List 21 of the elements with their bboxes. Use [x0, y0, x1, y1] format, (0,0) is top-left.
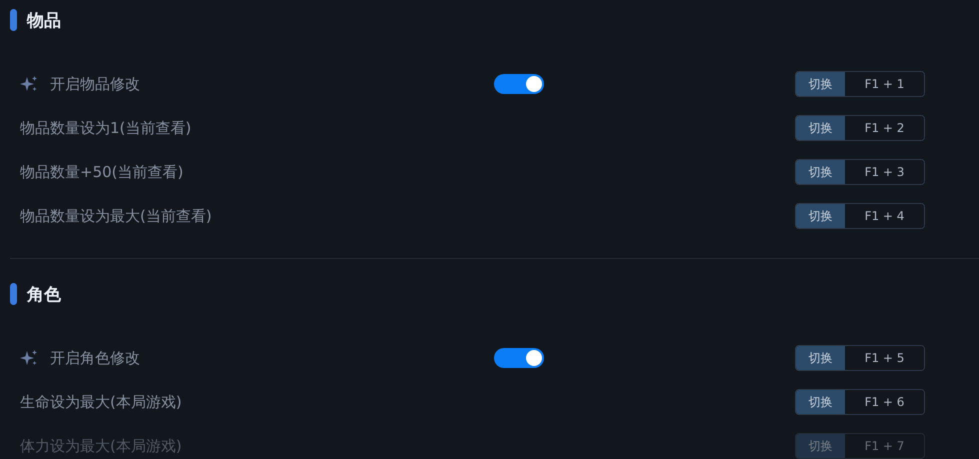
option-label: 物品数量设为1(当前查看) [20, 118, 192, 138]
option-label: 生命设为最大(本局游戏) [20, 392, 182, 412]
toggle-action-button[interactable]: 切换 [796, 160, 845, 184]
sparkle-icon [20, 75, 38, 93]
option-label: 物品数量设为最大(当前查看) [20, 206, 212, 226]
section-marker [10, 9, 17, 31]
toggle-action-button[interactable]: 切换 [796, 72, 845, 96]
option-label: 开启物品修改 [50, 74, 140, 94]
section-title: 角色 [27, 284, 61, 306]
sparkle-icon [20, 349, 38, 367]
section-title: 物品 [27, 10, 61, 32]
toggle-switch[interactable] [494, 348, 544, 368]
toggle-action-button[interactable]: 切换 [796, 116, 845, 140]
toggle-switch[interactable] [494, 74, 544, 94]
option-label: 开启角色修改 [50, 348, 140, 368]
option-label: 体力设为最大(本局游戏) [20, 436, 182, 456]
toggle-action-button[interactable]: 切换 [796, 204, 845, 228]
option-label: 物品数量+50(当前查看) [20, 162, 184, 182]
toggle-action-button[interactable]: 切换 [796, 346, 845, 370]
section-marker [10, 283, 17, 305]
toggle-action-button[interactable]: 切换 [796, 390, 845, 414]
